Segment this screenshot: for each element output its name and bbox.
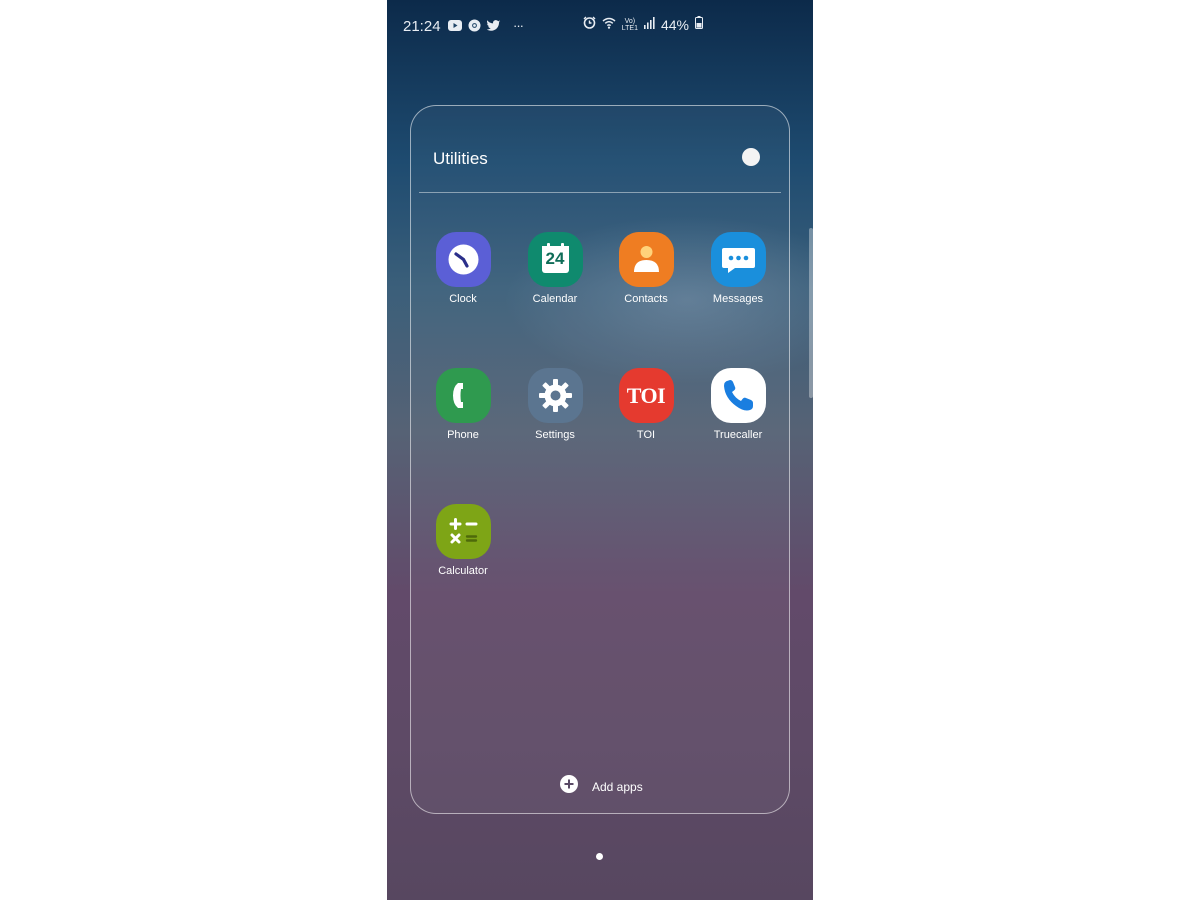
add-apps-label: Add apps xyxy=(592,779,643,794)
app-label: Messages xyxy=(712,293,764,305)
truecaller-icon xyxy=(710,368,766,423)
toi-icon: TOI xyxy=(618,368,674,423)
app-label: Truecaller xyxy=(713,429,763,441)
utilities-folder: Utilities Clock 24 Calendar Contacts Mes… xyxy=(410,105,790,814)
app-settings[interactable]: Settings xyxy=(510,368,600,441)
system-icons: Vo) LTE1 44% xyxy=(583,16,703,34)
app-calendar[interactable]: 24 Calendar xyxy=(510,232,600,305)
app-calculator[interactable]: Calculator xyxy=(418,504,508,577)
status-time: 21:24 xyxy=(403,18,441,35)
app-label: Calculator xyxy=(438,565,488,577)
chrome-icon xyxy=(468,19,481,32)
wifi-icon xyxy=(602,16,616,34)
app-label: Contacts xyxy=(624,293,668,305)
app-messages[interactable]: Messages xyxy=(693,232,783,305)
calendar-icon: 24 xyxy=(527,232,583,287)
page-indicator-dot[interactable] xyxy=(596,853,603,860)
calendar-date: 24 xyxy=(545,249,565,268)
add-apps-button[interactable]: Add apps xyxy=(560,775,643,798)
volte-icon: Vo) LTE1 xyxy=(621,18,638,32)
folder-color-button[interactable] xyxy=(742,148,760,166)
app-contacts[interactable]: Contacts xyxy=(601,232,691,305)
home-screen: 21:24 ··· Vo) LTE1 44% Utilities Clock 2… xyxy=(387,0,813,900)
alarm-icon xyxy=(583,16,596,34)
signal-icon xyxy=(643,16,655,34)
folder-title[interactable]: Utilities xyxy=(433,149,488,169)
app-label: Calendar xyxy=(532,293,578,305)
calculator-icon xyxy=(435,504,491,559)
app-truecaller[interactable]: Truecaller xyxy=(693,368,783,441)
more-dots-icon: ··· xyxy=(513,18,524,33)
toi-logo-text: TOI xyxy=(626,382,666,408)
clock-icon xyxy=(435,232,491,287)
app-label: Phone xyxy=(447,429,479,441)
app-toi[interactable]: TOI TOI xyxy=(601,368,691,441)
status-bar: 21:24 ··· Vo) LTE1 44% xyxy=(387,0,813,52)
battery-percent: 44% xyxy=(660,17,689,33)
youtube-icon xyxy=(448,20,462,31)
app-phone[interactable]: Phone xyxy=(418,368,508,441)
battery-icon xyxy=(695,16,703,34)
app-clock[interactable]: Clock xyxy=(418,232,508,305)
app-label: Settings xyxy=(535,429,575,441)
notification-icons: ··· xyxy=(448,18,524,33)
app-label: Clock xyxy=(449,293,477,305)
settings-icon xyxy=(527,368,583,423)
folder-divider xyxy=(419,192,781,193)
twitter-icon xyxy=(487,19,501,32)
add-circle-icon xyxy=(560,775,578,798)
messages-icon xyxy=(710,232,766,287)
edge-panel-handle[interactable] xyxy=(809,228,813,398)
app-label: TOI xyxy=(636,429,656,441)
contacts-icon xyxy=(618,232,674,287)
phone-icon xyxy=(435,368,491,423)
